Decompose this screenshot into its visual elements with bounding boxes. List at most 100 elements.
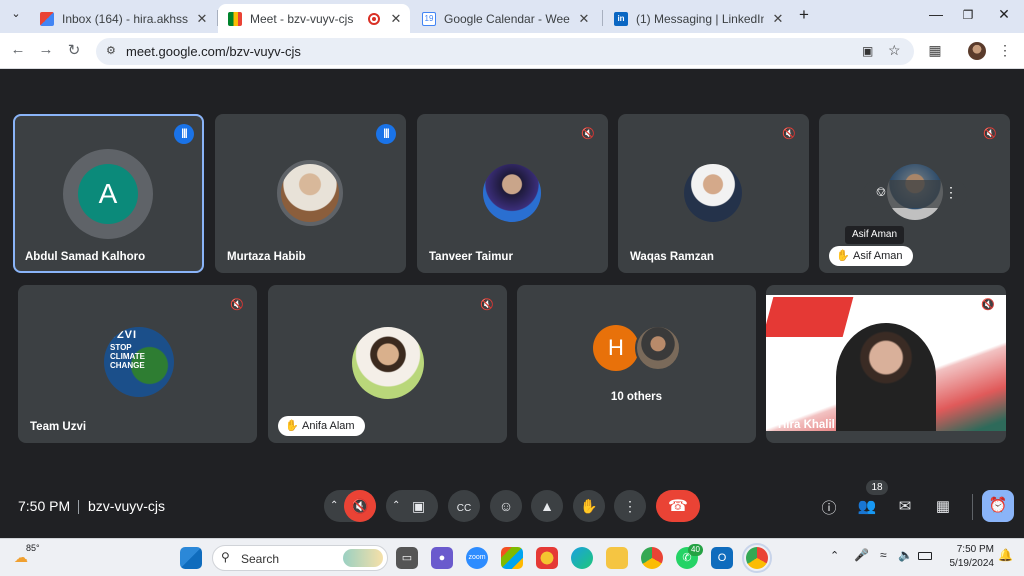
close-icon[interactable]: ✕ (576, 11, 592, 27)
notification-bell-icon[interactable]: 🔔 (998, 548, 1013, 562)
chat-app-icon[interactable]: ● (431, 547, 453, 569)
pin-icon[interactable]: ⎊ (871, 184, 891, 204)
divider (78, 500, 79, 514)
balloon-app-icon[interactable] (536, 547, 558, 569)
recording-icon (368, 12, 380, 25)
extensions-icon[interactable]: ▦ (926, 42, 944, 59)
more-options-button[interactable]: ⋮ (614, 490, 646, 522)
raise-hand-button[interactable]: ✋ (573, 490, 605, 522)
browser-tab-strip: ⌄ Inbox (164) - hira.akhss@gmail ✕ Meet … (0, 0, 1024, 33)
tab-separator (602, 10, 603, 26)
others-count: 10 others (610, 391, 663, 403)
search-icon: ⚲ (221, 550, 230, 564)
leave-call-button[interactable]: ☎ (656, 490, 700, 522)
tab-title: Google Calendar - Week of Ma (444, 11, 570, 26)
chrome-menu-icon[interactable]: ⋮ (996, 42, 1014, 59)
mic-off-icon: 🔇 (782, 128, 796, 140)
participant-tile[interactable]: 🔇 Tanveer Taimur (417, 114, 608, 273)
participant-tile[interactable]: A ||| Abdul Samad Kalhoro (13, 114, 204, 273)
wifi-icon[interactable]: ≈ (880, 548, 887, 562)
self-view-tile[interactable]: 🔇 Hira Khalil (766, 285, 1006, 443)
microsoft-store-icon[interactable] (501, 547, 523, 569)
chevron-up-icon: ⌃ (330, 500, 339, 511)
file-explorer-icon[interactable] (606, 547, 628, 569)
reactions-button[interactable]: ☺ (490, 490, 522, 522)
present-button[interactable]: ▲ (531, 490, 563, 522)
address-bar[interactable]: ⚙ meet.google.com/bzv-vuyv-cjs ▣ ☆ (96, 38, 914, 65)
new-tab-button[interactable]: + (794, 5, 814, 25)
name-tooltip: Asif Aman (845, 226, 905, 244)
outlook-icon[interactable]: O (711, 547, 733, 569)
participant-tile[interactable]: UZVI STOP CLIMATE CHANGE 🔇 Team Uzvi (18, 285, 257, 443)
participant-name: Team Uzvi (30, 421, 87, 433)
raised-hand-icon: ✋ (285, 420, 299, 432)
weather-widget[interactable]: ☁ 85° (14, 543, 54, 573)
camera-in-use-icon[interactable]: ▣ (862, 44, 873, 58)
team-logo: UZVI STOP CLIMATE CHANGE (104, 327, 174, 397)
taskbar-date[interactable]: 5/19/2024 (942, 558, 995, 569)
bookmark-star-icon[interactable]: ☆ (888, 42, 901, 59)
speaking-indicator-icon: ||| (376, 124, 396, 144)
meeting-details-icon[interactable]: ⓘ (818, 497, 840, 519)
people-icon[interactable]: 👥 (856, 497, 878, 519)
chrome-active-icon[interactable] (742, 543, 772, 573)
close-icon[interactable]: ✕ (194, 11, 210, 27)
taskbar-search[interactable]: ⚲ Search (212, 545, 388, 571)
participant-name: Anifa Alam (302, 420, 355, 432)
linkedin-icon: in (614, 11, 628, 26)
profile-avatar[interactable] (968, 42, 986, 60)
search-highlight-icon (343, 549, 383, 567)
video-feed (766, 295, 1006, 431)
avatar (277, 160, 343, 226)
captions-button[interactable]: CC (448, 490, 480, 522)
url-text: meet.google.com/bzv-vuyv-cjs (126, 44, 301, 59)
raised-hand-icon: ✋ (836, 250, 850, 262)
reload-icon[interactable]: ↻ (64, 41, 84, 59)
participant-tile[interactable]: ||| Murtaza Habib (215, 114, 406, 273)
zoom-icon[interactable]: zoom (466, 547, 488, 569)
close-icon[interactable]: ✕ (770, 11, 786, 27)
participant-tile[interactable]: ⎊ ⋮ 🔇 Asif Aman ✋ Asif Aman (819, 114, 1010, 273)
edge-icon[interactable] (571, 547, 593, 569)
chrome-icon[interactable] (641, 547, 663, 569)
microphone-icon[interactable]: 🎤 (854, 548, 869, 562)
tab-title: (1) Messaging | LinkedIn (636, 11, 764, 26)
divider (972, 494, 973, 520)
participant-name: Waqas Ramzan (630, 251, 714, 263)
more-options-icon[interactable]: ⋮ (941, 184, 961, 204)
video-options-button[interactable]: ⌃ ▣ (386, 490, 438, 522)
tab-linkedin[interactable]: in (1) Messaging | LinkedIn ✕ (604, 4, 792, 33)
meeting-clock: 7:50 PM (18, 498, 71, 514)
others-tile[interactable]: H 10 others (517, 285, 756, 443)
site-settings-icon[interactable]: ⚙ (106, 44, 116, 57)
mic-toggle-button[interactable]: 🔇 (344, 490, 376, 522)
tab-meet[interactable]: Meet - bzv-vuyv-cjs ✕ (218, 4, 410, 33)
participant-tile[interactable]: 🔇 Waqas Ramzan (618, 114, 809, 273)
restore-icon[interactable]: ❐ (958, 8, 978, 22)
tab-search-chevron-icon[interactable]: ⌄ (6, 7, 26, 20)
whatsapp-badge: 40 (688, 544, 703, 556)
battery-icon[interactable] (918, 552, 932, 560)
close-window-icon[interactable]: ✕ (994, 6, 1014, 23)
person-silhouette (836, 323, 936, 431)
tab-gmail[interactable]: Inbox (164) - hira.akhss@gmail ✕ (30, 4, 216, 33)
participant-name: Abdul Samad Kalhoro (25, 251, 146, 263)
back-icon[interactable]: ← (8, 41, 28, 58)
volume-icon[interactable]: 🔈 (898, 548, 913, 562)
host-controls-button[interactable]: ⏰ (982, 490, 1014, 522)
tab-calendar[interactable]: 19 Google Calendar - Week of Ma ✕ (412, 4, 598, 33)
participant-name: Murtaza Habib (227, 251, 306, 263)
activities-icon[interactable]: ▦ (932, 497, 954, 519)
taskbar-time[interactable]: 7:50 PM (950, 544, 994, 555)
show-hidden-icons[interactable]: ⌃ (830, 549, 839, 562)
task-view-icon[interactable]: ▭ (396, 547, 418, 569)
minimize-icon[interactable]: — (926, 6, 946, 22)
avatar (352, 327, 424, 399)
start-icon[interactable] (180, 547, 202, 569)
close-icon[interactable]: ✕ (388, 11, 404, 27)
forward-icon[interactable]: → (36, 41, 56, 58)
tab-title: Inbox (164) - hira.akhss@gmail (62, 11, 188, 26)
participant-tile[interactable]: 🔇 ✋ Anifa Alam (268, 285, 507, 443)
chat-icon[interactable]: ✉ (894, 497, 916, 519)
chevron-up-icon: ⌃ (392, 500, 401, 511)
